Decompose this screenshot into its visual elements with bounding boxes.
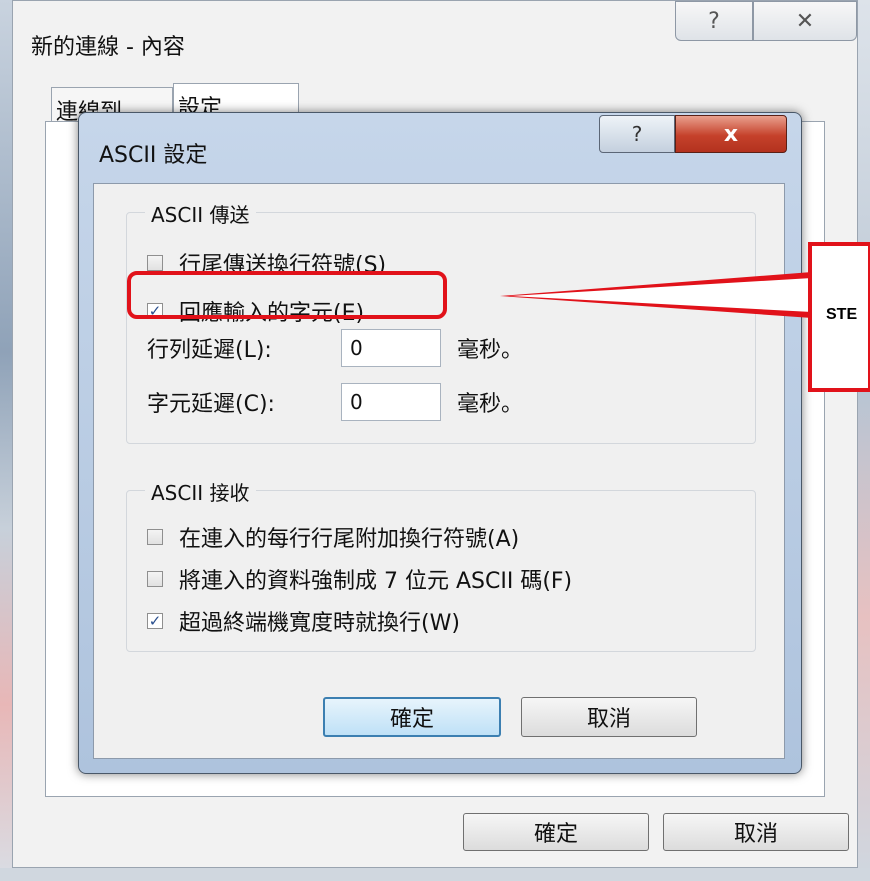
callout-arrow	[500, 272, 812, 318]
callout-text: STE	[826, 306, 858, 323]
